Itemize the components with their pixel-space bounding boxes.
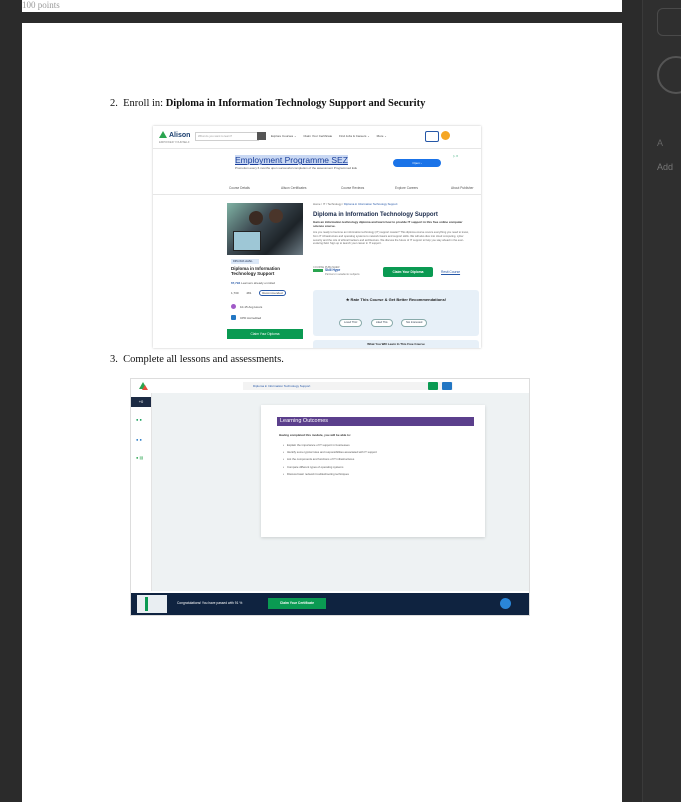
tab-course-reviews[interactable]: Course Reviews: [341, 186, 364, 190]
enrolled-count: 67,794 Learners already enrolled: [231, 281, 276, 285]
menu-icon[interactable]: [428, 382, 438, 390]
avatar[interactable]: [441, 131, 450, 140]
logo-tagline: EMPOWER YOURSELF: [159, 140, 190, 144]
user-icon[interactable]: [442, 382, 452, 390]
ad-title[interactable]: Employment Programme SEZ: [235, 155, 348, 165]
lesson-card: Learning Outcomes Having completed this …: [261, 405, 485, 537]
course-image: [227, 203, 303, 255]
lesson-screenshot: Diploma in Information Technology Suppor…: [130, 378, 530, 616]
sidebar-item[interactable]: ● ●: [136, 417, 142, 422]
course-intro: Gain an information technology diploma a…: [313, 220, 463, 228]
outcomes-intro: Having completed this module, you will b…: [279, 433, 352, 437]
nav-link[interactable]: Explore Courses ⌄: [271, 134, 297, 138]
rate-title: ★ Rate This Course & Get Better Recommen…: [345, 297, 447, 302]
breadcrumb: Home / IT / Technology / Diploma in Info…: [313, 202, 398, 206]
lesson-course-title[interactable]: Diploma in Information Technology Suppor…: [243, 382, 453, 390]
tab-explore-careers[interactable]: Explore Careers: [395, 186, 418, 190]
lesson-sidebar: +0 ● ● ● ● ● ▤: [131, 393, 152, 591]
panel-add-text[interactable]: Add: [657, 162, 673, 172]
step-3: 3. Complete all lessons and assessments.: [110, 354, 284, 365]
likes-count[interactable]: 1,730: [231, 291, 239, 295]
not-interested-button[interactable]: Not Interested: [401, 319, 428, 327]
publisher-subtitle: Partners in academic subjects: [325, 273, 360, 276]
liked-button[interactable]: Liked This: [370, 319, 393, 327]
course-card: DIPLOMA LEVEL Diploma in Information Tec…: [227, 203, 303, 343]
course-tabs: Course Details Alison Certificates Cours…: [153, 184, 481, 195]
site-navbar: Alison EMPOWER YOURSELF What do you want…: [153, 126, 481, 149]
completion-bar: Congratulations! You have passed with 91…: [131, 593, 529, 615]
chat-icon[interactable]: [500, 598, 511, 609]
list-item: List the components and functions of IT …: [283, 456, 377, 463]
claim-diploma-button[interactable]: Claim Your Diploma: [227, 329, 303, 339]
recommended-badge: Recommended: [259, 290, 286, 296]
ad-close-icon[interactable]: ▷ X: [453, 154, 458, 158]
publisher-name[interactable]: Skill Hype: [325, 268, 340, 272]
list-item: Compare different types of operating sys…: [283, 464, 377, 471]
feature-cpd: CPD Accredited: [231, 315, 261, 320]
course-name: Diploma in Information Technology Suppor…: [165, 98, 426, 109]
list-item: Discuss basic network troubleshooting te…: [283, 471, 377, 478]
list-item: Identify some typical roles and responsi…: [283, 449, 377, 456]
right-side-panel: A Add: [642, 0, 681, 802]
rate-course-panel: ★ Rate This Course & Get Better Recommen…: [313, 290, 479, 336]
document-page: 2. Enroll in: Diploma in Information Tec…: [22, 23, 622, 802]
nav-link[interactable]: Find Jobs & Careers ⌄: [339, 134, 370, 138]
panel-box[interactable]: [657, 8, 681, 36]
course-card-title: Diploma in Information Technology Suppor…: [231, 266, 280, 277]
search-input[interactable]: What do you want to learn?: [195, 132, 259, 141]
tab-course-details[interactable]: Course Details: [229, 186, 250, 190]
alison-logo[interactable]: Alison: [159, 131, 190, 139]
step-number: 2.: [110, 98, 118, 109]
lesson-thumbnail: [137, 595, 167, 613]
previous-page-edge: [22, 0, 622, 12]
alison-logo-accent: [142, 385, 148, 390]
step-number: 3.: [110, 354, 118, 365]
ad-open-button[interactable]: Open ›: [393, 159, 441, 167]
feature-hours: 10-15 Avg Hours: [231, 304, 262, 309]
learn-section-header: What You Will Learn In This Free Course: [313, 340, 479, 348]
congrats-message: Congratulations! You have passed with 91…: [177, 601, 243, 605]
course-stats: 1,730 481 Recommended: [231, 290, 293, 296]
step-text: Enroll in:: [123, 98, 166, 109]
panel-text: A: [657, 138, 664, 148]
course-description: Are you ready to become an information t…: [313, 231, 469, 246]
step-2: 2. Enroll in: Diploma in Information Tec…: [110, 98, 425, 109]
loved-button[interactable]: Loved This!: [339, 319, 363, 327]
nav-link[interactable]: More ⌄: [377, 134, 387, 138]
learning-outcomes-title: Learning Outcomes: [277, 417, 474, 426]
publisher-logo: [313, 269, 323, 272]
resit-course-link[interactable]: Resit Course: [441, 270, 460, 274]
outcomes-list: Explain the importance of IT support in …: [283, 442, 377, 478]
sidebar-item[interactable]: ● ●: [136, 437, 142, 442]
enroll-screenshot: Alison EMPOWER YOURSELF What do you want…: [153, 126, 481, 348]
nav-link[interactable]: Claim Your Certificate: [303, 134, 332, 138]
course-details: Home / IT / Technology / Diploma in Info…: [313, 202, 481, 348]
rate-buttons: Loved This! Liked This Not Interested: [339, 310, 431, 328]
lesson-topbar: Diploma in Information Technology Suppor…: [131, 379, 529, 393]
step-text: Complete all lessons and assessments.: [123, 354, 284, 365]
lesson-content-area: Learning Outcomes Having completed this …: [152, 393, 529, 591]
ad-subtitle: Promotion every 6 months upon successful…: [235, 166, 358, 170]
search-button[interactable]: [257, 132, 266, 140]
previous-page-text: 100 points: [22, 0, 60, 10]
panel-circle-button[interactable]: [657, 56, 681, 94]
sidebar-toggle[interactable]: +0: [131, 397, 151, 407]
reviews-count[interactable]: 481: [246, 291, 251, 295]
certificate-icon[interactable]: [425, 131, 439, 142]
claim-certificate-button[interactable]: Claim Your Certificate: [268, 598, 326, 609]
nav-links: Explore Courses ⌄ Claim Your Certificate…: [271, 134, 393, 138]
ad-banner[interactable]: Employment Programme SEZ Promotion every…: [233, 154, 463, 174]
tab-alison-certificates[interactable]: Alison Certificates: [281, 186, 307, 190]
claim-diploma-button[interactable]: Claim Your Diploma: [383, 267, 433, 277]
course-heading: Diploma in Information Technology Suppor…: [313, 212, 438, 218]
list-item: Explain the importance of IT support in …: [283, 442, 377, 449]
sidebar-item[interactable]: ● ▤: [136, 455, 143, 460]
level-chip: DIPLOMA LEVEL: [231, 259, 259, 264]
tab-about-publisher[interactable]: About Publisher: [451, 186, 474, 190]
